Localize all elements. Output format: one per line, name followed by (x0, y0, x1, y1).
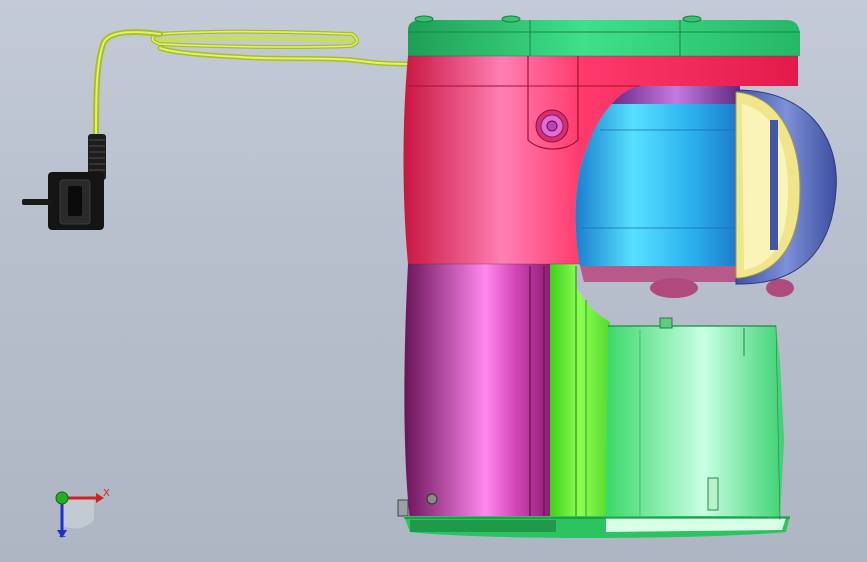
x-axis-label: X (103, 488, 110, 499)
power-plug[interactable] (22, 134, 106, 230)
top-cap[interactable] (408, 15, 800, 56)
base-plate[interactable] (404, 516, 790, 538)
base-bracket[interactable] (550, 264, 610, 518)
bowl-ring[interactable] (735, 89, 837, 285)
coordinate-triad: X Z (44, 480, 114, 546)
z-axis-label: Z (59, 529, 66, 540)
lower-housing[interactable] (397, 264, 552, 520)
power-cord[interactable] (93, 29, 411, 139)
bearing-boss[interactable] (535, 109, 569, 143)
container[interactable] (606, 317, 784, 520)
cad-viewport[interactable]: X Z (0, 0, 867, 562)
model-scene[interactable] (0, 0, 867, 562)
